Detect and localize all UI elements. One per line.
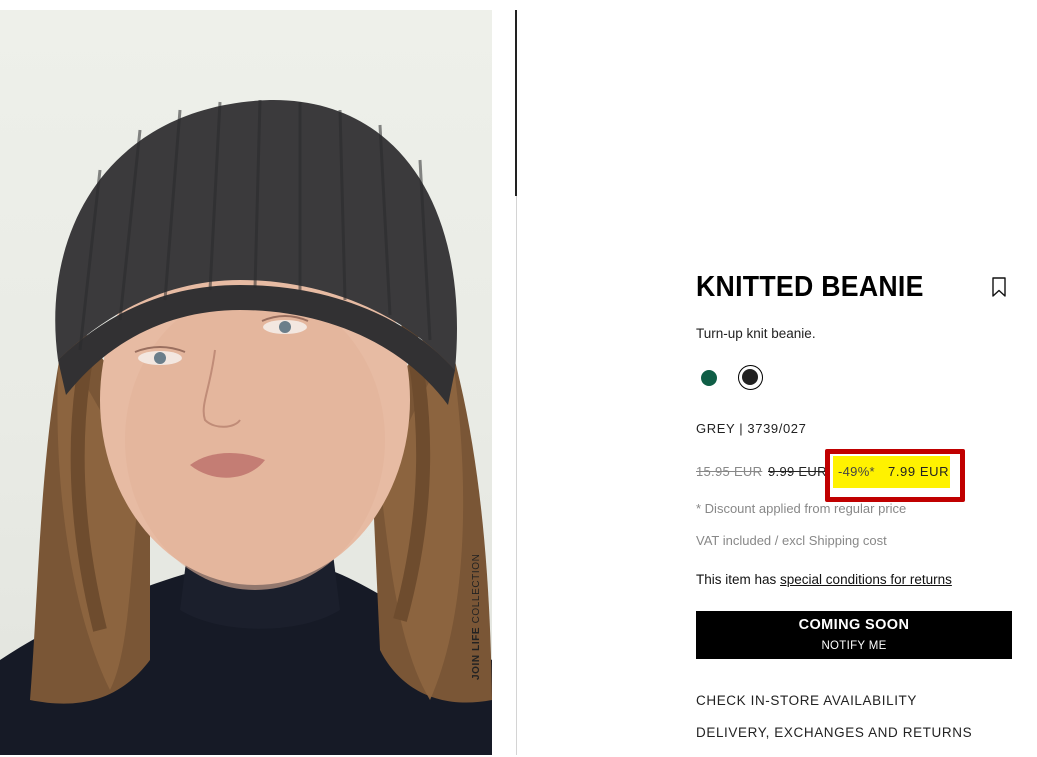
price-annotation-box bbox=[825, 449, 965, 502]
product-title: KNITTED BEANIE bbox=[696, 271, 924, 303]
caption-bold: JOIN LIFE bbox=[471, 626, 482, 680]
bookmark-icon[interactable] bbox=[990, 276, 1008, 298]
previous-price: 9.99 EUR bbox=[768, 464, 827, 479]
returns-prefix: This item has bbox=[696, 572, 781, 587]
product-description: Turn-up knit beanie. bbox=[696, 326, 816, 341]
color-swatch-black-selected[interactable] bbox=[738, 365, 763, 390]
original-price: 15.95 EUR bbox=[696, 464, 763, 479]
check-in-store-availability-link[interactable]: CHECK IN-STORE AVAILABILITY bbox=[696, 693, 917, 708]
cta-sub-label: NOTIFY ME bbox=[821, 640, 887, 652]
vat-note: VAT included / excl Shipping cost bbox=[696, 533, 887, 548]
coming-soon-notify-button[interactable]: COMING SOON NOTIFY ME bbox=[696, 611, 1012, 659]
colour-reference: GREY | 3739/027 bbox=[696, 421, 807, 436]
cta-main-label: COMING SOON bbox=[798, 617, 910, 633]
model-illustration bbox=[0, 99, 492, 755]
product-image[interactable]: JOIN LIFE COLLECTION bbox=[0, 10, 492, 755]
swatch-fill bbox=[742, 369, 758, 385]
returns-notice: This item has special conditions for ret… bbox=[696, 572, 952, 587]
returns-conditions-link[interactable]: special conditions for returns bbox=[780, 572, 952, 587]
collection-caption: JOIN LIFE COLLECTION bbox=[471, 554, 482, 680]
discount-note: * Discount applied from regular price bbox=[696, 501, 907, 516]
color-swatch-green[interactable] bbox=[701, 370, 717, 386]
delivery-exchanges-returns-link[interactable]: DELIVERY, EXCHANGES AND RETURNS bbox=[696, 725, 972, 740]
image-scroll-thumb[interactable] bbox=[515, 10, 517, 196]
caption-rest: COLLECTION bbox=[471, 553, 482, 627]
